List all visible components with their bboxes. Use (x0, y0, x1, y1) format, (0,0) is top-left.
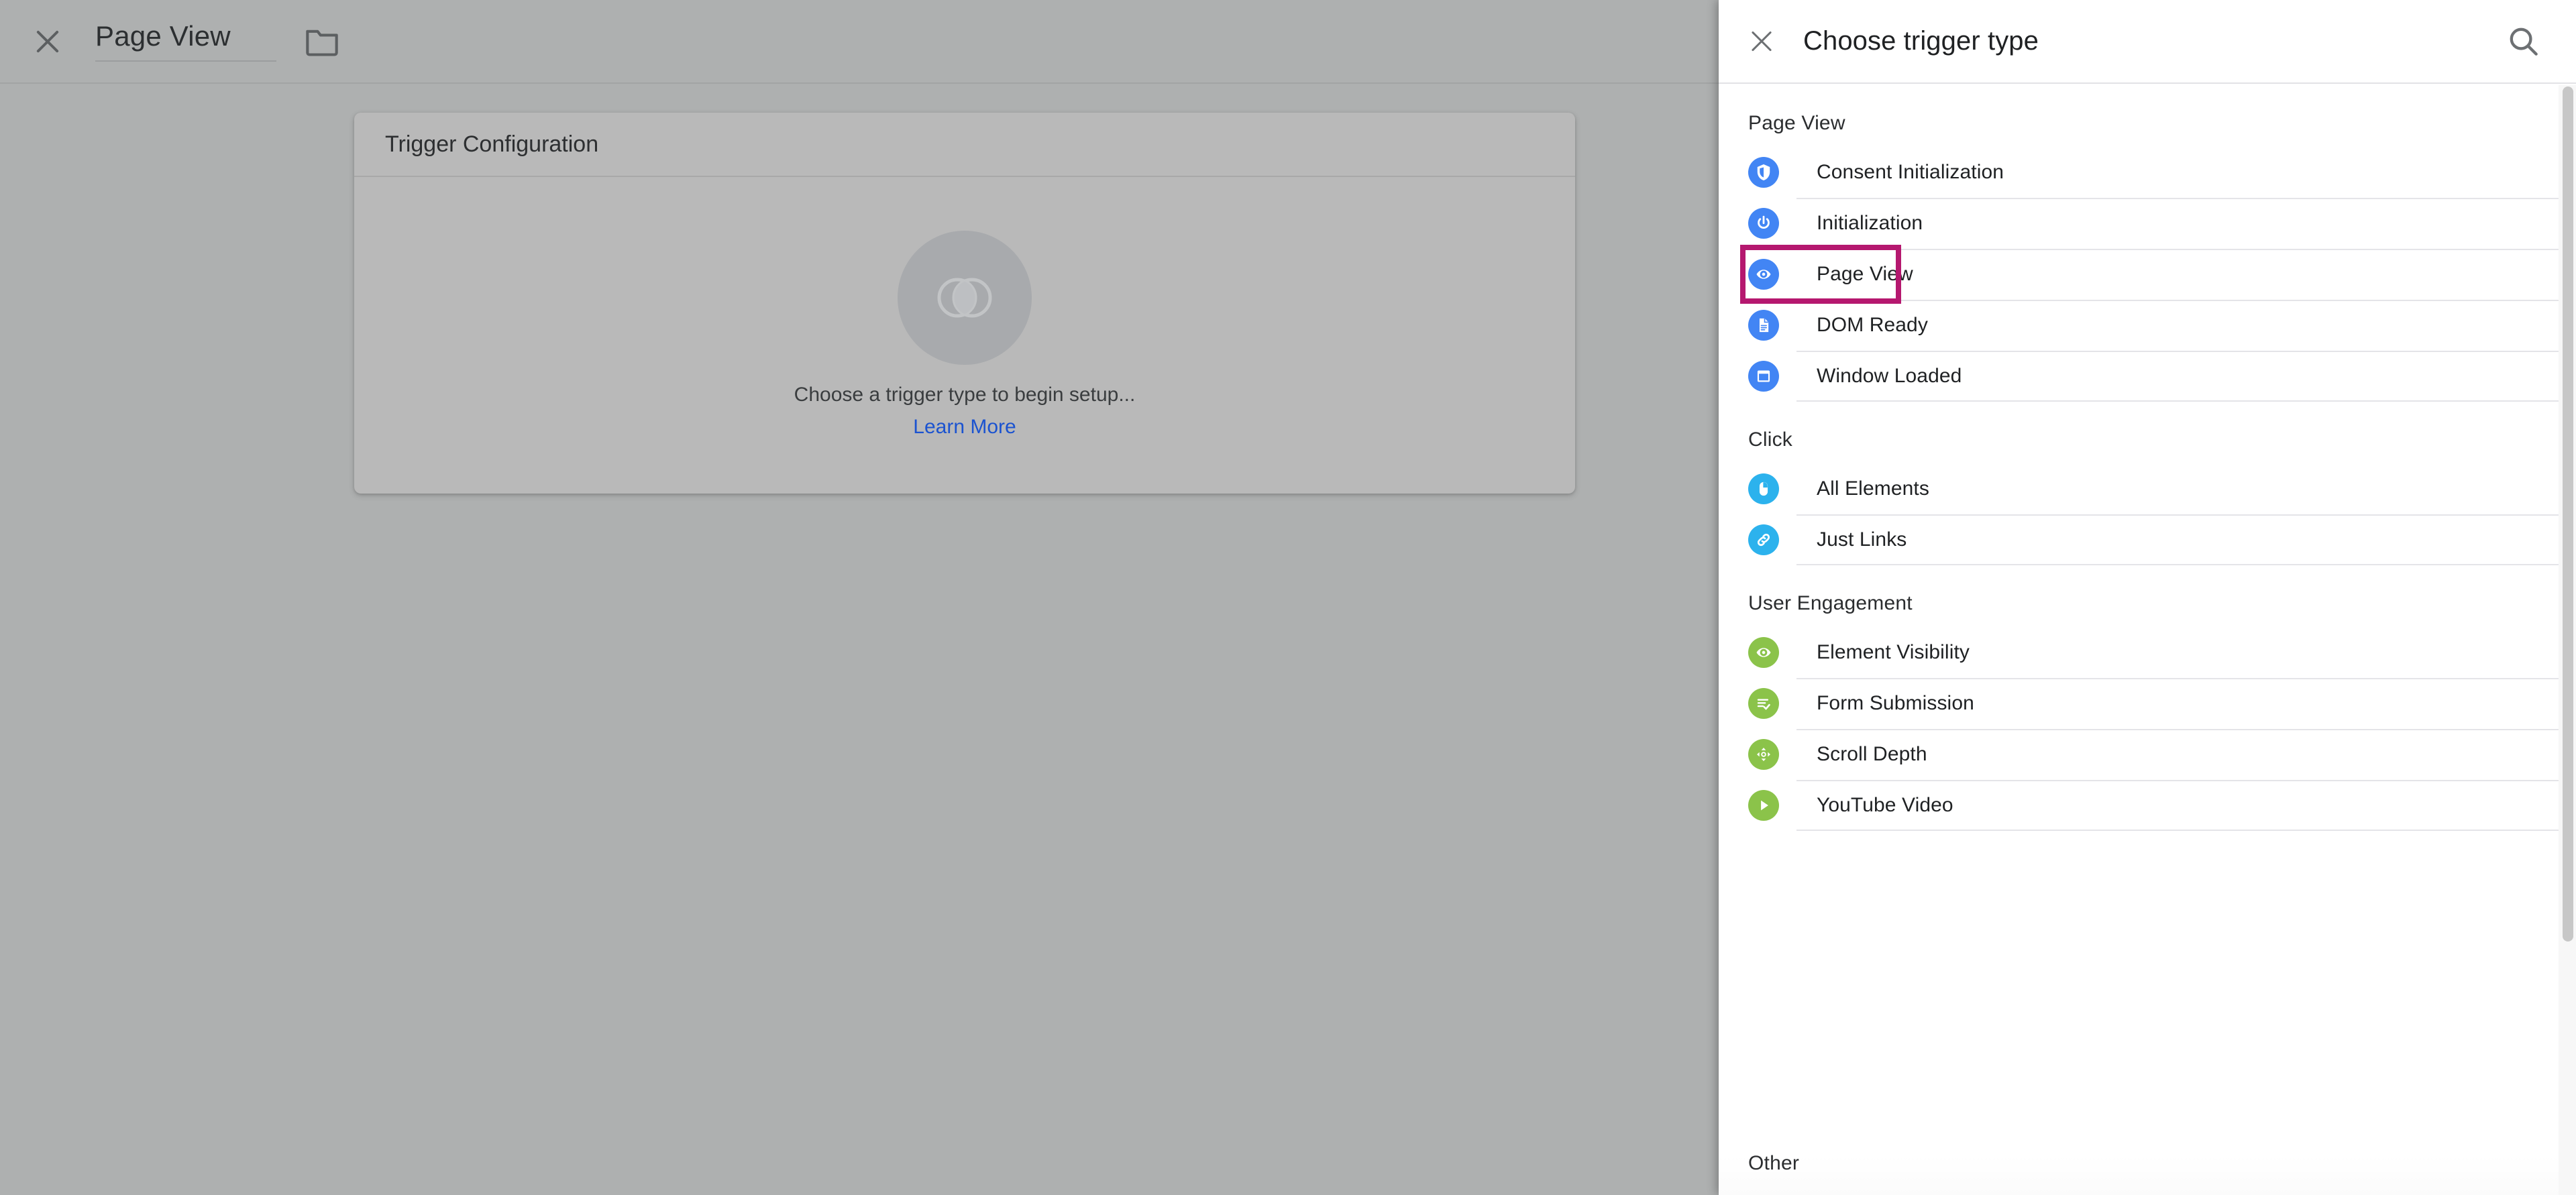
section-header-user-engagement: User Engagement (1748, 592, 1913, 614)
trigger-type-form-submission[interactable]: Form Submission (1719, 678, 2576, 729)
eye-icon (1748, 259, 1779, 290)
trigger-configuration-card: Trigger Configuration Choose a trigger t… (354, 113, 1575, 494)
folder-icon[interactable] (305, 27, 339, 56)
trigger-type-label: Scroll Depth (1817, 743, 1927, 765)
trigger-type-consent-initialization[interactable]: Consent Initialization (1719, 147, 2576, 198)
panel-title: Choose trigger type (1803, 26, 2039, 56)
trigger-type-label: Consent Initialization (1817, 161, 2004, 183)
trigger-type-window-loaded[interactable]: Window Loaded (1719, 351, 2576, 402)
trigger-type-label: All Elements (1817, 477, 1929, 500)
trigger-type-label: Initialization (1817, 212, 1923, 234)
trigger-type-initialization[interactable]: Initialization (1719, 198, 2576, 249)
trigger-type-label: DOM Ready (1817, 314, 1928, 336)
close-icon[interactable] (28, 22, 67, 61)
link-icon (1748, 524, 1779, 555)
trigger-type-scroll-depth[interactable]: Scroll Depth (1719, 729, 2576, 780)
panel-scrollbar-thumb[interactable] (2563, 87, 2573, 942)
trigger-type-label: Page View (1817, 263, 1913, 285)
panel-header: Choose trigger type (1719, 0, 2576, 84)
trigger-name-field[interactable]: Page View (95, 21, 276, 62)
section-header-other: Other (1748, 1152, 1800, 1174)
eye-icon (1748, 637, 1779, 668)
scroll-arrows-icon (1748, 739, 1779, 770)
trigger-type-youtube-video[interactable]: YouTube Video (1719, 780, 2576, 831)
trigger-type-label: Window Loaded (1817, 365, 1962, 387)
play-icon (1748, 790, 1779, 821)
search-icon[interactable] (2506, 24, 2541, 59)
learn-more-link[interactable]: Learn More (913, 416, 1016, 439)
document-icon (1748, 310, 1779, 341)
form-check-icon (1748, 688, 1779, 719)
panel-scrollbar[interactable] (2559, 85, 2576, 1195)
trigger-type-dom-ready[interactable]: DOM Ready (1719, 300, 2576, 351)
section-header-click: Click (1748, 429, 1792, 451)
trigger-editor-pane: Page View Trigger Configuration Choose a… (0, 0, 1719, 1195)
trigger-configuration-empty-state: Choose a trigger type to begin setup... … (354, 177, 1575, 492)
choose-trigger-type-panel: Choose trigger type Page View Consent Ini… (1719, 0, 2576, 1195)
mouse-icon (1748, 473, 1779, 504)
close-icon[interactable] (1744, 24, 1779, 59)
trigger-type-label: YouTube Video (1817, 794, 1953, 816)
trigger-type-all-elements[interactable]: All Elements (1719, 463, 2576, 514)
trigger-configuration-title: Trigger Configuration (354, 113, 1575, 177)
trigger-placeholder-icon (898, 231, 1032, 365)
trigger-type-just-links[interactable]: Just Links (1719, 514, 2576, 565)
trigger-type-label: Form Submission (1817, 692, 1974, 714)
window-icon (1748, 361, 1779, 392)
trigger-type-page-view[interactable]: Page View (1719, 249, 2576, 300)
section-header-page-view: Page View (1748, 112, 1845, 134)
trigger-type-label: Just Links (1817, 528, 1907, 551)
power-icon (1748, 208, 1779, 239)
other-section-sticky: Other (1719, 1120, 2576, 1195)
trigger-type-element-visibility[interactable]: Element Visibility (1719, 627, 2576, 678)
trigger-type-list[interactable]: Page View Consent Initialization Initializ… (1719, 85, 2576, 1195)
trigger-type-label: Element Visibility (1817, 641, 1970, 663)
trigger-name-input[interactable]: Page View (95, 21, 276, 62)
shield-icon (1748, 157, 1779, 188)
trigger-editor-topbar: Page View (0, 0, 1719, 84)
empty-state-message: Choose a trigger type to begin setup... (794, 384, 1136, 406)
